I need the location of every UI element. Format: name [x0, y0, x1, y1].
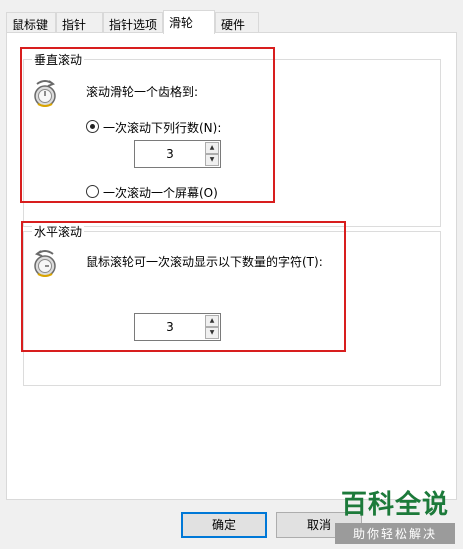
watermark-sub-text: 助你轻松解决	[335, 523, 455, 544]
tab-buttons[interactable]: 鼠标键	[6, 12, 56, 33]
tab-hardware[interactable]: 硬件	[215, 12, 259, 33]
watermark-logo: 百科全说 助你轻松解决	[335, 484, 455, 544]
tab-pointer-options[interactable]: 指针选项	[103, 12, 163, 33]
tab-hardware-label: 硬件	[221, 18, 246, 32]
tab-pointer-options-label: 指针选项	[109, 18, 158, 32]
tab-wheel-label: 滑轮	[169, 16, 194, 30]
tab-pointers-label: 指针	[62, 18, 87, 32]
horizontal-highlight-box	[21, 221, 346, 352]
vertical-highlight-box	[20, 47, 275, 203]
tab-buttons-label: 鼠标键	[12, 18, 49, 32]
tab-pointers[interactable]: 指针	[56, 12, 103, 33]
ok-button[interactable]: 确定	[181, 512, 267, 538]
watermark-main-text: 百科全说	[340, 490, 449, 520]
tab-wheel[interactable]: 滑轮	[163, 10, 215, 34]
